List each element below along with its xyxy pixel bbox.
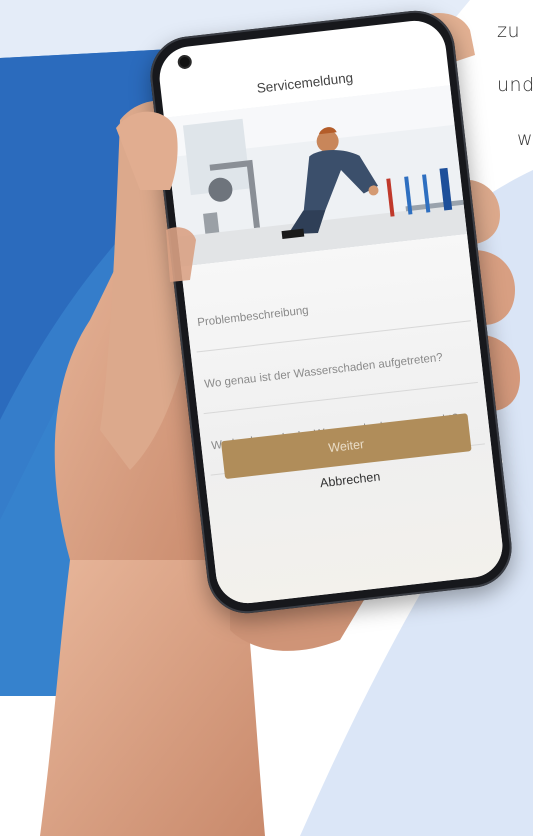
- damage-location-placeholder: Wo genau ist der Wasserschaden aufgetret…: [203, 351, 444, 391]
- smartphone: Servicemeldung Problembeschreibung Wo ge…: [146, 6, 516, 618]
- phone-screen: Servicemeldung Problembeschreibung Wo ge…: [156, 17, 506, 607]
- problem-description-placeholder: Problembeschreibung: [196, 304, 310, 330]
- camera-icon: [179, 56, 191, 68]
